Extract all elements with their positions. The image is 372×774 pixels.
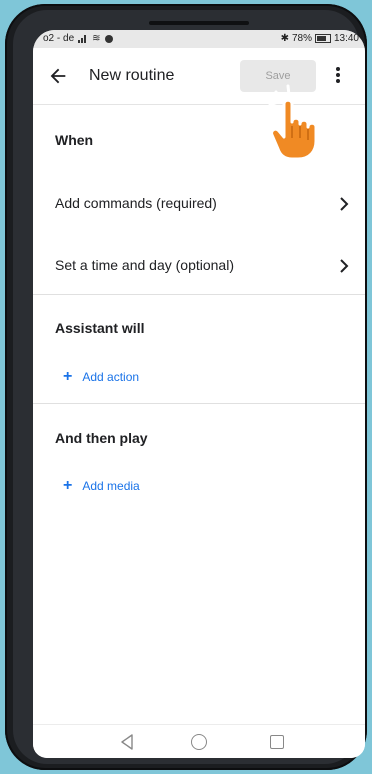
more-vert-icon[interactable] [333,65,343,87]
status-bar: o2 - de ≋ ✱ 78% 13:40 [33,30,365,48]
plus-icon: + [63,477,73,494]
clock: 13:40 [333,33,359,44]
status-left: o2 - de ≋ [43,33,113,44]
page-title: New routine [89,67,175,84]
add-action-label: Add action [82,370,140,384]
divider [33,294,365,295]
phone-bezel: o2 - de ≋ ✱ 78% 13:40 New routine Save W… [13,10,365,764]
carrier-label: o2 - de [43,33,75,44]
chevron-right-icon [340,197,349,211]
app-bar: New routine Save [33,48,365,105]
add-commands-label: Add commands (required) [55,195,217,211]
add-media-label: Add media [82,479,140,493]
status-right: ✱ 78% 13:40 [281,33,359,44]
nav-back-icon[interactable] [120,734,134,750]
nav-home-icon[interactable] [191,734,207,750]
section-title-media: And then play [55,430,148,446]
nav-recents-icon[interactable] [270,735,284,749]
battery-percent: 78% [291,33,312,44]
add-media-link[interactable]: + Add media [63,477,140,494]
section-title-when: When [55,132,94,148]
set-time-row[interactable]: Set a time and day (optional) [33,242,365,290]
battery-icon [314,34,331,43]
signal-icon [78,34,88,43]
phone-frame: o2 - de ≋ ✱ 78% 13:40 New routine Save W… [5,4,367,770]
bluetooth-icon: ✱ [280,33,289,44]
back-arrow-icon[interactable] [47,65,69,87]
divider [33,403,365,404]
set-time-label: Set a time and day (optional) [55,257,234,273]
wifi-icon: ≋ [92,32,101,44]
notification-icon [104,34,113,43]
phone-screen: o2 - de ≋ ✱ 78% 13:40 New routine Save W… [33,30,365,758]
add-commands-row[interactable]: Add commands (required) [33,180,365,228]
section-title-assistant: Assistant will [55,320,145,336]
chevron-right-icon [340,259,349,273]
add-action-link[interactable]: + Add action [63,368,140,385]
phone-speaker [149,21,249,25]
system-nav-bar [33,724,365,758]
save-button[interactable]: Save [240,60,316,92]
plus-icon: + [63,368,73,385]
